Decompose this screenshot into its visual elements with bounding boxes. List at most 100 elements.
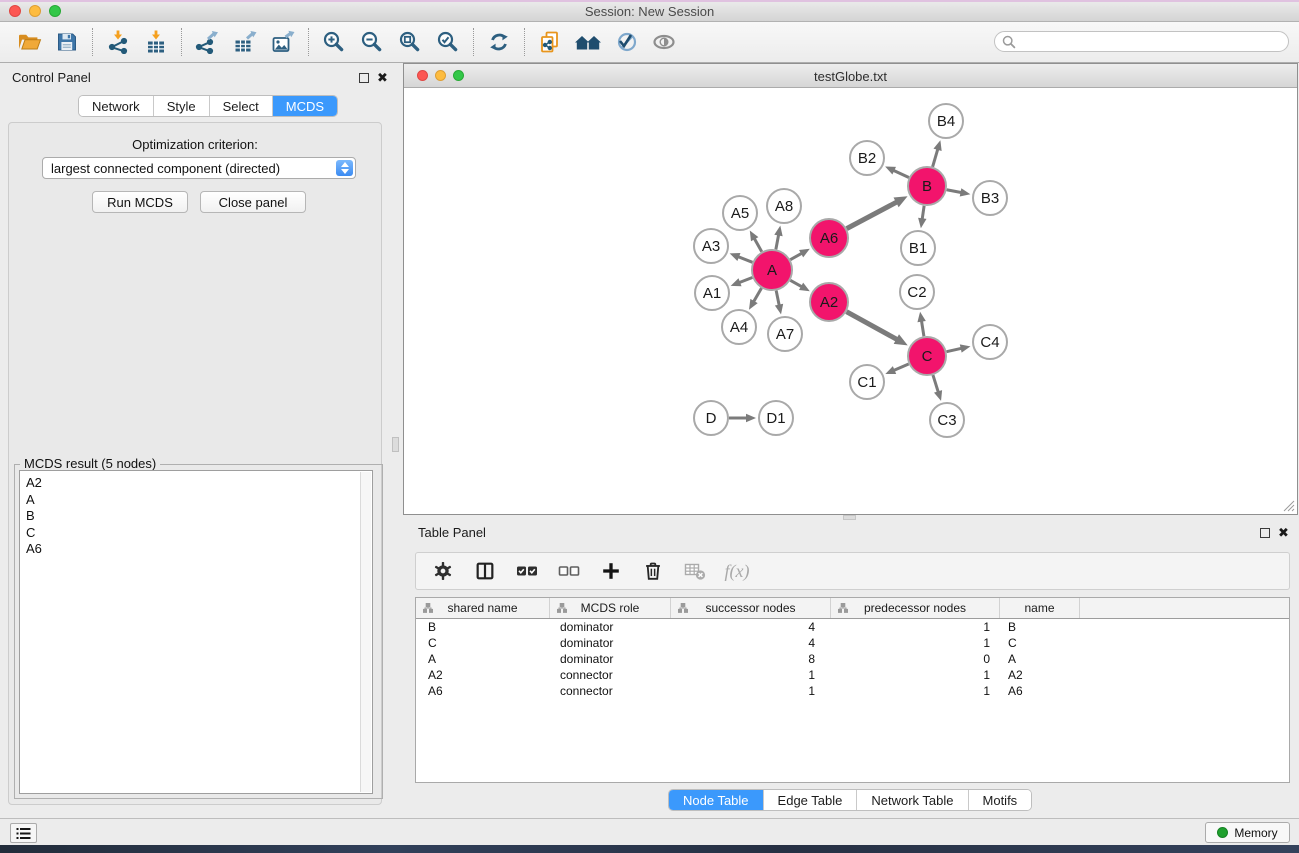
select-all-button[interactable] (512, 556, 542, 586)
network-edge[interactable] (885, 364, 908, 374)
table-cell[interactable]: 1 (831, 636, 1000, 650)
table-cell[interactable]: C (1000, 636, 1080, 650)
table-cell[interactable]: connector (550, 668, 671, 682)
tab-select[interactable]: Select (210, 96, 273, 116)
network-edge[interactable] (750, 230, 762, 251)
column-header-mcds-role[interactable]: MCDS role (550, 598, 671, 618)
network-node[interactable]: A (752, 250, 792, 290)
home-button[interactable] (569, 25, 607, 59)
table-cell[interactable]: 1 (831, 668, 1000, 682)
network-node[interactable]: B (908, 167, 946, 205)
network-edge[interactable] (947, 344, 971, 352)
table-cell[interactable]: dominator (550, 620, 671, 634)
zoom-selected-button[interactable] (429, 25, 467, 59)
network-edge[interactable] (885, 166, 909, 177)
import-table-button[interactable] (137, 25, 175, 59)
network-node[interactable]: D1 (759, 401, 793, 435)
table-cell[interactable]: A2 (1000, 668, 1080, 682)
table-cell[interactable]: 1 (831, 684, 1000, 698)
network-canvas[interactable]: AA1A2A3A4A5A6A7A8BB1B2B3B4CC1C2C3C4DD1 (404, 89, 1297, 514)
delete-table-button[interactable] (680, 556, 710, 586)
table-cell[interactable]: 4 (671, 620, 831, 634)
network-node[interactable]: A3 (694, 229, 728, 263)
network-edge[interactable] (775, 291, 783, 315)
run-mcds-button[interactable]: Run MCDS (92, 191, 188, 213)
import-network-button[interactable] (99, 25, 137, 59)
network-edge[interactable] (918, 206, 926, 228)
open-file-button[interactable] (10, 25, 48, 59)
tab-node-table[interactable]: Node Table (669, 790, 764, 810)
network-node[interactable]: B1 (901, 231, 935, 265)
zoom-fit-button[interactable] (391, 25, 429, 59)
network-edge[interactable] (774, 226, 782, 250)
export-network-button[interactable] (188, 25, 226, 59)
table-cell[interactable]: connector (550, 684, 671, 698)
mcds-result-item[interactable]: A6 (26, 541, 372, 558)
zoom-in-button[interactable] (315, 25, 353, 59)
network-node[interactable]: A8 (767, 189, 801, 223)
table-cell[interactable]: A2 (416, 668, 550, 682)
table-cell[interactable]: A (1000, 652, 1080, 666)
mcds-result-item[interactable]: C (26, 525, 372, 542)
network-edge[interactable] (847, 312, 908, 346)
table-cell[interactable]: 0 (831, 652, 1000, 666)
table-cell[interactable]: C (416, 636, 550, 650)
network-edge[interactable] (847, 196, 908, 228)
show-hide-button[interactable] (645, 25, 683, 59)
vertical-splitter-handle[interactable] (392, 437, 399, 452)
tab-style[interactable]: Style (154, 96, 210, 116)
table-row[interactable]: A2connector11A2 (416, 667, 1289, 683)
delete-row-button[interactable] (638, 556, 668, 586)
table-cell[interactable]: B (1000, 620, 1080, 634)
network-edge[interactable] (790, 249, 810, 260)
add-row-button[interactable] (596, 556, 626, 586)
column-header-predecessor-nodes[interactable]: predecessor nodes (831, 598, 1000, 618)
network-node[interactable]: D (694, 401, 728, 435)
table-cell[interactable]: 1 (671, 684, 831, 698)
network-edge[interactable] (729, 414, 756, 423)
memory-button[interactable]: Memory (1205, 822, 1290, 843)
table-row[interactable]: Bdominator41B (416, 619, 1289, 635)
task-history-button[interactable] (10, 823, 37, 843)
network-window-titlebar[interactable]: testGlobe.txt (404, 64, 1297, 88)
network-node[interactable]: A7 (768, 317, 802, 351)
table-settings-button[interactable] (428, 556, 458, 586)
toggle-graphics-details-button[interactable] (607, 25, 645, 59)
network-node[interactable]: C2 (900, 275, 934, 309)
column-header-name[interactable]: name (1000, 598, 1080, 618)
table-panel-close-button[interactable]: ✖ (1278, 527, 1289, 539)
table-row[interactable]: A6connector11A6 (416, 683, 1289, 699)
network-edge[interactable] (749, 288, 761, 310)
optimization-criterion-select[interactable]: largest connected component (directed) (42, 157, 356, 179)
mcds-result-list[interactable]: A2ABCA6 (19, 470, 373, 794)
table-cell[interactable]: A (416, 652, 550, 666)
tab-edge-table[interactable]: Edge Table (764, 790, 858, 810)
network-node[interactable]: C4 (973, 325, 1007, 359)
mcds-result-scrollbar[interactable] (360, 472, 371, 792)
function-builder-button[interactable]: f(x) (722, 556, 752, 586)
zoom-out-button[interactable] (353, 25, 391, 59)
table-cell[interactable]: B (416, 620, 550, 634)
refresh-button[interactable] (480, 25, 518, 59)
table-cell[interactable]: A6 (416, 684, 550, 698)
network-node[interactable]: A2 (810, 283, 848, 321)
network-edge[interactable] (730, 253, 753, 262)
table-cell[interactable]: dominator (550, 636, 671, 650)
mcds-result-item[interactable]: A (26, 492, 372, 509)
network-node[interactable]: A4 (722, 310, 756, 344)
export-table-button[interactable] (226, 25, 264, 59)
network-edge[interactable] (947, 188, 971, 196)
network-node[interactable]: A5 (723, 196, 757, 230)
table-cell[interactable]: dominator (550, 652, 671, 666)
network-edge[interactable] (731, 278, 753, 287)
tab-network[interactable]: Network (79, 96, 154, 116)
column-header-successor-nodes[interactable]: successor nodes (671, 598, 831, 618)
network-edge[interactable] (790, 280, 810, 291)
network-node[interactable]: A6 (810, 219, 848, 257)
network-node[interactable]: A1 (695, 276, 729, 310)
mcds-result-item[interactable]: B (26, 508, 372, 525)
network-node[interactable]: B3 (973, 181, 1007, 215)
table-cell[interactable]: A6 (1000, 684, 1080, 698)
export-image-button[interactable] (264, 25, 302, 59)
clear-selection-button[interactable] (554, 556, 584, 586)
